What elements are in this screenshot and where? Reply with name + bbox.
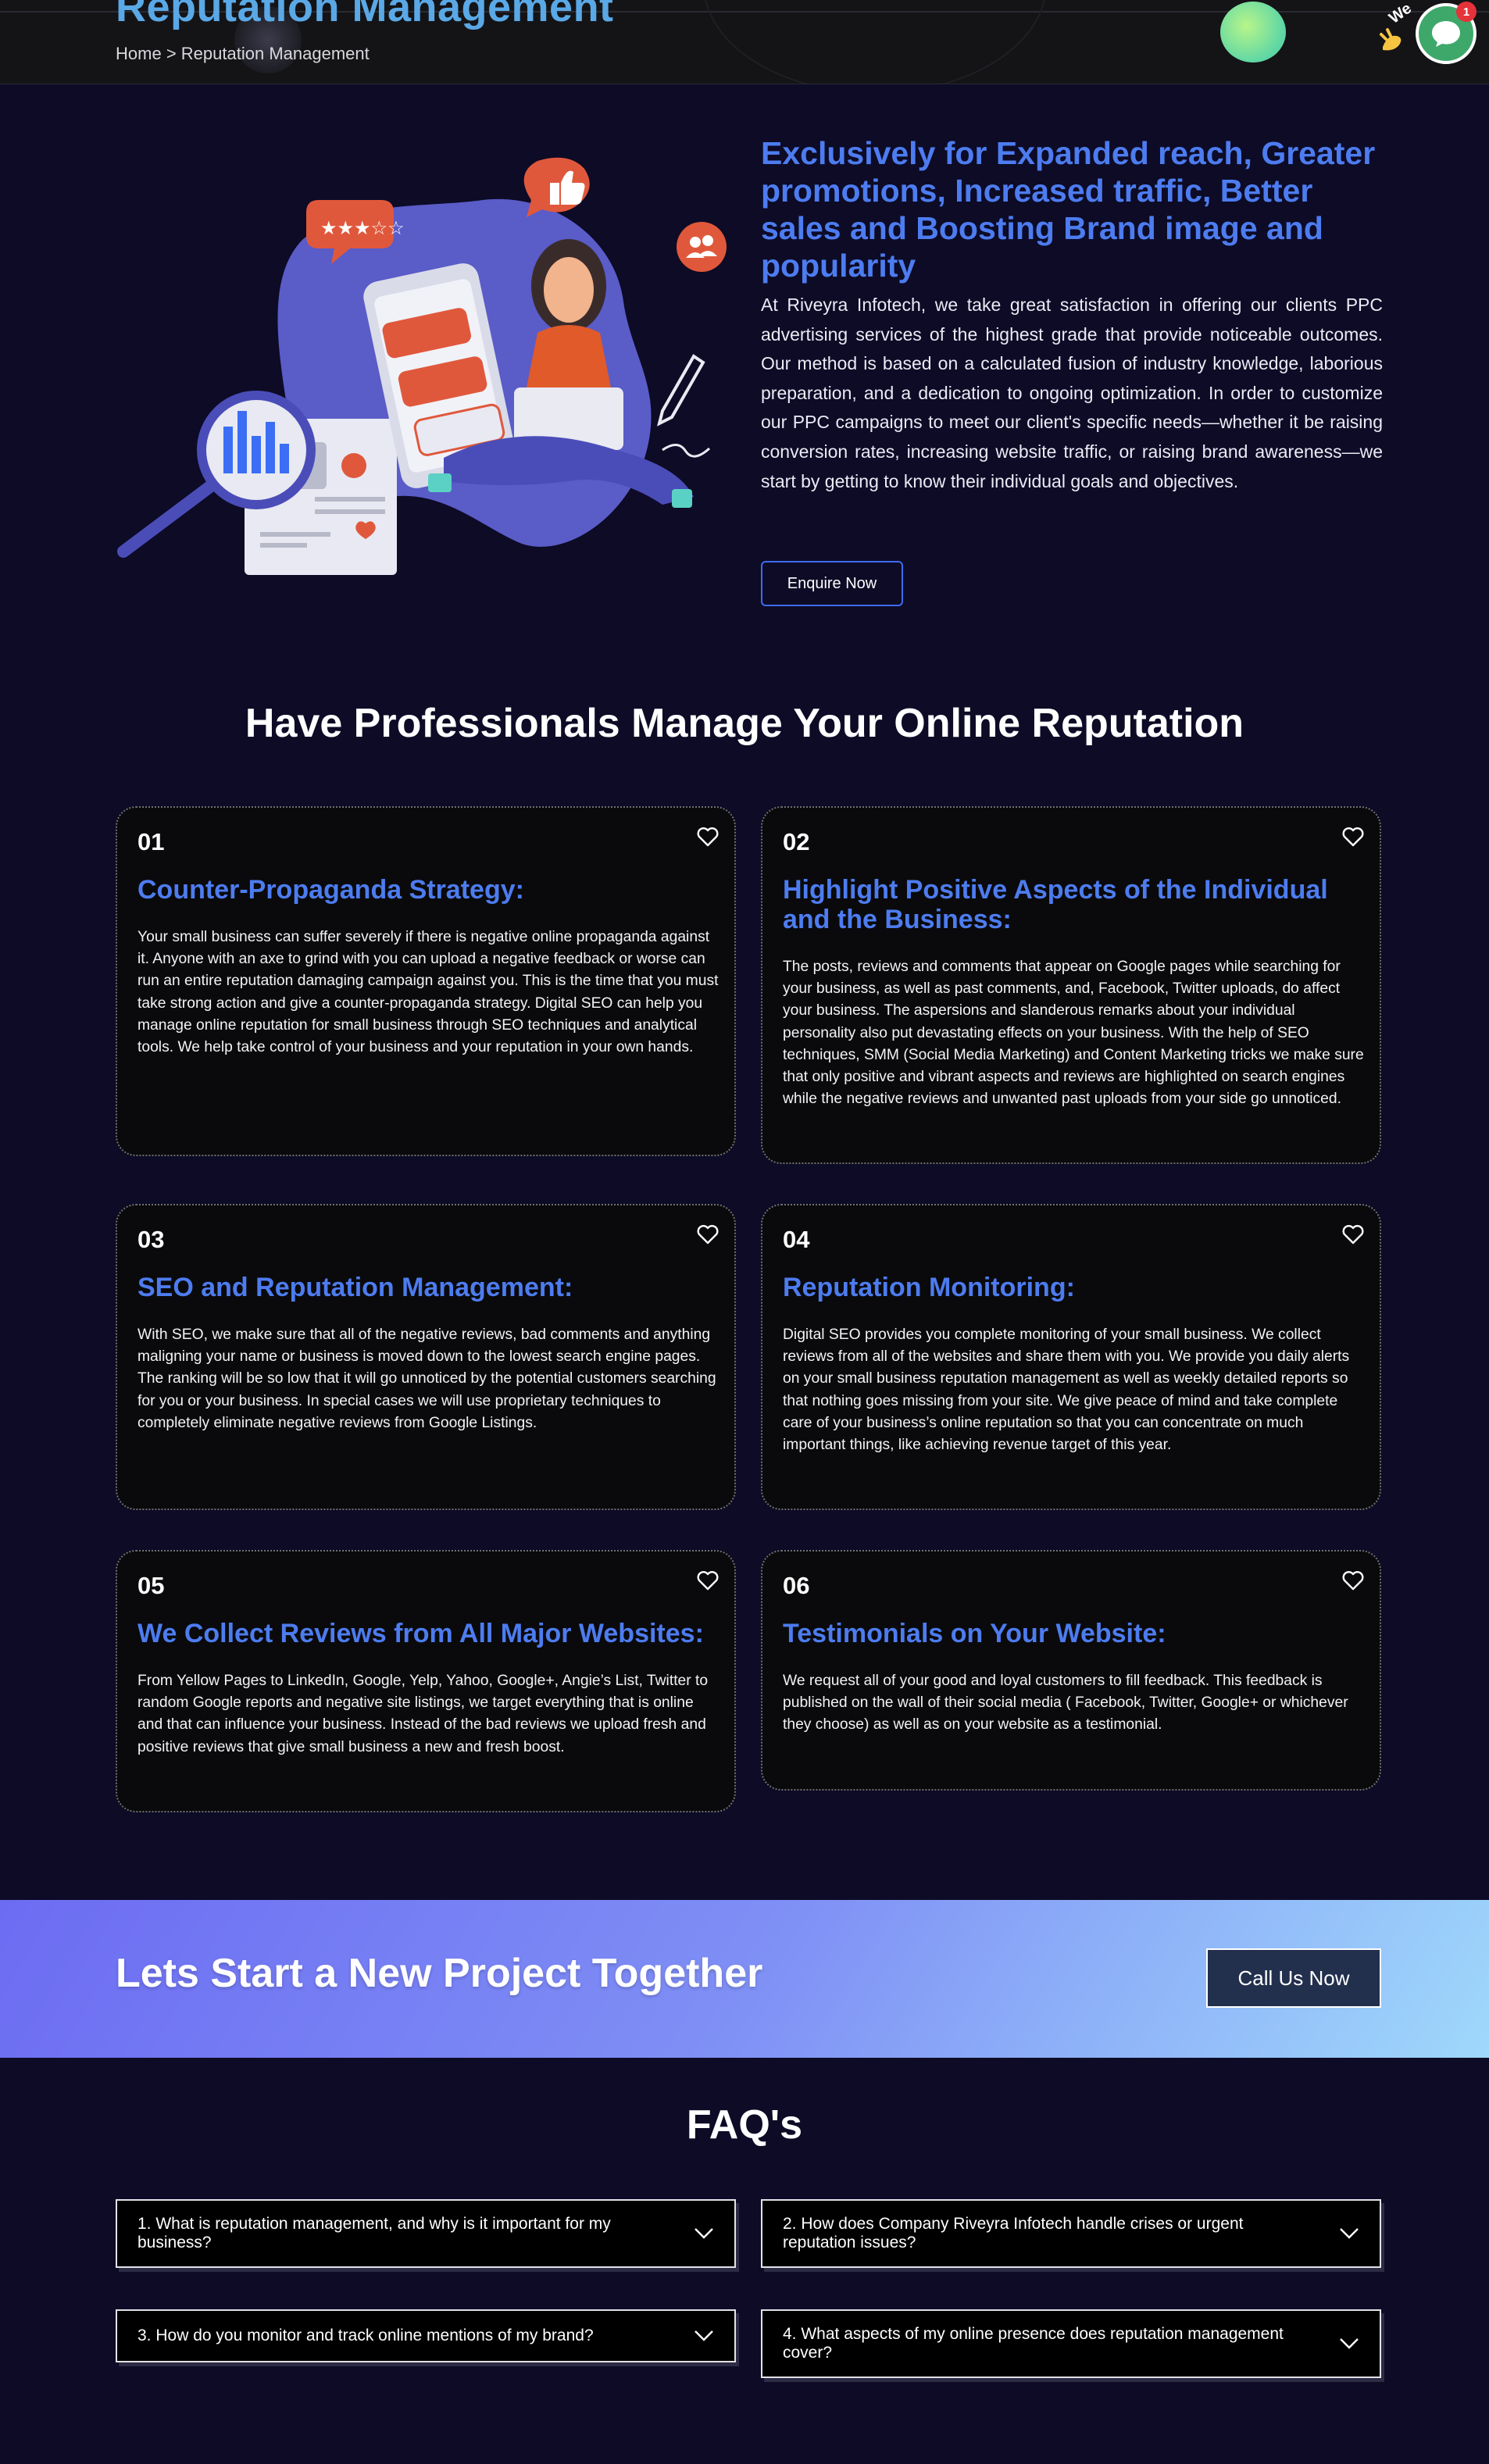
heart-icon[interactable]	[1342, 827, 1364, 847]
decorative-green-ball	[1220, 2, 1286, 62]
card-number: 06	[783, 1572, 810, 1599]
intro-body: At Riveyra Infotech, we take great satis…	[761, 295, 1383, 491]
service-card-04: 04 Reputation Monitoring: Digital SEO pr…	[761, 1204, 1381, 1510]
decorative-ring	[703, 0, 1047, 84]
breadcrumb-current: Reputation Management	[180, 44, 370, 63]
card-title: Reputation Monitoring:	[783, 1273, 1075, 1302]
page-header-banner: Reputation Management Home > Reputation …	[0, 0, 1489, 84]
chat-bubble-icon	[1432, 21, 1460, 47]
card-number: 02	[783, 828, 810, 855]
breadcrumb-separator: >	[166, 44, 177, 63]
card-number: 04	[783, 1226, 810, 1253]
cta-banner: Lets Start a New Project Together Call U…	[0, 1900, 1489, 2058]
card-body: We request all of your good and loyal cu…	[783, 1673, 1348, 1734]
faq-item-1[interactable]: 1. What is reputation management, and wh…	[116, 2199, 736, 2268]
svg-text:★★★☆☆: ★★★☆☆	[320, 218, 405, 239]
faq-title: FAQ's	[686, 2102, 803, 2148]
card-number: 03	[137, 1226, 165, 1253]
card-title: Counter-Propaganda Strategy:	[137, 875, 524, 905]
card-title: SEO and Reputation Management:	[137, 1273, 573, 1302]
faq-item-3[interactable]: 3. How do you monitor and track online m…	[116, 2309, 736, 2362]
chevron-down-icon	[1340, 2228, 1359, 2239]
service-card-01: 01 Counter-Propaganda Strategy: Your sma…	[116, 806, 736, 1156]
chevron-down-icon	[1340, 2338, 1359, 2349]
faq-item-4[interactable]: 4. What aspects of my online presence do…	[761, 2309, 1381, 2378]
service-card-06: 06 Testimonials on Your Website: We requ…	[761, 1550, 1381, 1791]
card-body: Your small business can suffer severely …	[137, 929, 719, 1056]
faq-question: 3. How do you monitor and track online m…	[137, 2327, 594, 2344]
card-body: From Yellow Pages to LinkedIn, Google, Y…	[137, 1673, 709, 1755]
call-us-now-button[interactable]: Call Us Now	[1206, 1948, 1381, 2008]
faq-item-2[interactable]: 2. How does Company Riveyra Infotech han…	[761, 2199, 1381, 2268]
faq-question: 1. What is reputation management, and wh…	[137, 2215, 611, 2252]
card-title: We Collect Reviews from All Major Websit…	[137, 1619, 704, 1648]
heart-icon[interactable]	[1342, 1570, 1364, 1591]
faq-question: 4. What aspects of my online presence do…	[783, 2325, 1284, 2362]
faq-question: 2. How does Company Riveyra Infotech han…	[783, 2215, 1244, 2252]
card-body: Digital SEO provides you complete monito…	[783, 1327, 1350, 1454]
service-card-02: 02 Highlight Positive Aspects of the Ind…	[761, 806, 1381, 1164]
heart-icon[interactable]	[1342, 1224, 1364, 1244]
breadcrumb: Home > Reputation Management	[116, 44, 370, 64]
chat-notification-badge: 1	[1456, 2, 1477, 22]
card-title: Highlight Positive Aspects of the Indivi…	[783, 875, 1328, 934]
heart-icon[interactable]	[697, 827, 719, 847]
waving-hand-icon: We	[1380, 0, 1414, 51]
cta-title: Lets Start a New Project Together	[116, 1951, 763, 1996]
reputation-illustration: ★★★☆☆	[117, 157, 727, 575]
card-body: With SEO, we make sure that all of the n…	[137, 1327, 716, 1431]
enquire-now-button[interactable]: Enquire Now	[761, 561, 903, 606]
card-number: 01	[137, 828, 165, 855]
heart-icon[interactable]	[697, 1570, 719, 1591]
chat-wave-text: We	[1386, 0, 1414, 27]
chevron-down-icon	[695, 2330, 713, 2341]
breadcrumb-home-link[interactable]: Home	[116, 44, 162, 63]
services-section-title: Have Professionals Manage Your Online Re…	[245, 701, 1244, 746]
card-body: The posts, reviews and comments that app…	[783, 959, 1364, 1108]
heart-icon[interactable]	[697, 1224, 719, 1244]
page-title: Reputation Management	[116, 0, 614, 30]
service-card-05: 05 We Collect Reviews from All Major Web…	[116, 1550, 736, 1812]
chevron-down-icon	[695, 2228, 713, 2239]
intro-heading: Exclusively for Expanded reach, Greater …	[761, 135, 1376, 284]
service-card-03: 03 SEO and Reputation Management: With S…	[116, 1204, 736, 1510]
card-number: 05	[137, 1572, 165, 1599]
card-title: Testimonials on Your Website:	[783, 1619, 1166, 1648]
